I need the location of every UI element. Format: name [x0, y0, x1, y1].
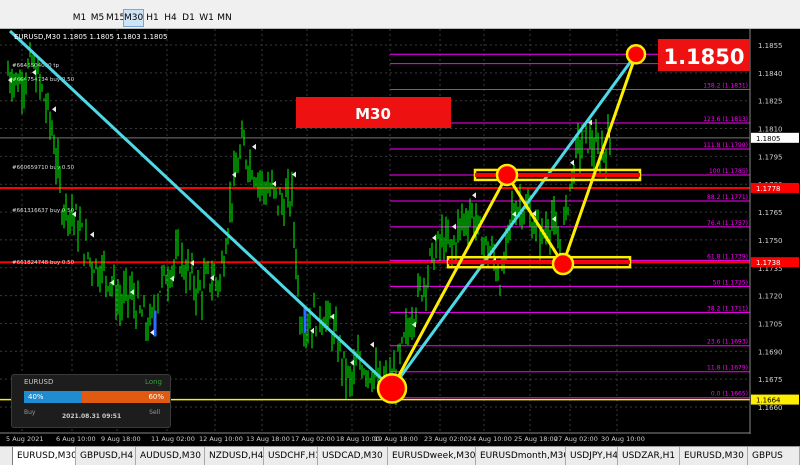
buy-label: Buy	[24, 409, 36, 416]
timeframe-button-d1[interactable]: D1	[179, 10, 198, 26]
price-tick-label: 1.1765	[758, 209, 783, 217]
chart-tab[interactable]: EURUSD,M30	[12, 447, 76, 465]
time-tick-label: 24 Aug 10:00	[468, 435, 512, 443]
fib-level-label: 38.2 (1.1711)	[707, 305, 748, 312]
price-tick-label: 1.1720	[758, 293, 783, 301]
fib-level-label: 111.8 (1.1799)	[703, 142, 748, 149]
time-tick-label: 6 Aug 10:00	[56, 435, 96, 443]
fib-level-label: 76.4 (1.1757)	[707, 220, 748, 227]
price-tick-label: 1.1675	[758, 376, 783, 384]
price-tick-label: 1.1705	[758, 320, 783, 328]
widget-direction: Long	[145, 378, 162, 386]
chart-tab[interactable]: EURUSDweek,M30	[388, 447, 476, 465]
pattern-point-c	[551, 252, 575, 276]
fib-level-label: 61.8 (1.1739)	[707, 253, 748, 260]
pattern-point-a	[376, 373, 408, 404]
order-label: #660659710 buy 0.50	[12, 165, 75, 171]
fib-level-label: 100 (1.1785)	[709, 168, 748, 175]
fib-level-label: 50 (1.1725)	[713, 279, 748, 286]
chart-tab[interactable]: GBPUSD,H4	[76, 447, 136, 465]
pattern-point-d	[625, 44, 647, 65]
time-tick-label: 19 Aug 18:00	[374, 435, 418, 443]
chart-tab[interactable]: USDCAD,M30	[318, 447, 388, 465]
price-tick-label: 1.1660	[758, 404, 783, 412]
chart-tab[interactable]: USDJPY,H4	[566, 447, 618, 465]
chart-header: EURUSD,M30 1.1805 1.1805 1.1803 1.1805	[14, 33, 167, 41]
fib-level-label: 23.6 (1.1693)	[707, 339, 748, 346]
order-label: #661316637 buy 0.50	[12, 208, 75, 214]
timeframe-button-m5[interactable]: M5	[88, 10, 107, 26]
time-tick-label: 13 Aug 18:00	[246, 435, 290, 443]
time-tick-label: 27 Aug 02:00	[554, 435, 598, 443]
toolbar: M1 M5 M15 M30 H1 H4 D1 W1 MN	[0, 0, 800, 29]
price-badge: 1.1805	[756, 135, 781, 143]
price-badge: 1.1738	[756, 259, 781, 267]
chart-tab[interactable]: NZDUSD,H4	[205, 447, 264, 465]
timeframe-button-m15[interactable]: M15	[106, 10, 125, 26]
time-tick-label: 17 Aug 02:00	[291, 435, 335, 443]
time-tick-label: 23 Aug 02:00	[424, 435, 468, 443]
timeframe-button-h4[interactable]: H4	[161, 10, 180, 26]
chart-tab[interactable]: GBPUS	[748, 447, 800, 465]
chart-tab[interactable]: USDZAR,H1	[618, 447, 680, 465]
timeframe-button-m30[interactable]: M30	[123, 9, 144, 27]
fib-level-label: 88.2 (1.1771)	[707, 194, 748, 201]
pattern-point-b	[495, 163, 519, 187]
price-tick-label: 1.1795	[758, 153, 783, 161]
price-tick-label: 1.1750	[758, 237, 783, 245]
fib-level-label: 0.0 (1.1665)	[711, 391, 748, 398]
buy-percent-bar: 40%	[24, 391, 82, 403]
time-tick-label: 25 Aug 18:00	[514, 435, 558, 443]
fib-level-label: 123.6 (1.1813)	[703, 116, 748, 123]
fib-level-label: 11.8 (1.1679)	[707, 365, 748, 372]
timeframe-button-h1[interactable]: H1	[143, 10, 162, 26]
timeframe-button-m1[interactable]: M1	[70, 10, 89, 26]
price-tick-label: 1.1855	[758, 42, 783, 50]
chart-tab[interactable]: EURUSDmonth,M30	[476, 447, 566, 465]
order-label: #661824748 buy 0.50	[12, 260, 75, 266]
time-tick-label: 11 Aug 02:00	[151, 435, 195, 443]
price-tick-label: 1.1690	[758, 348, 783, 356]
fib-level-label: 138.2 (1.1831)	[703, 83, 748, 90]
timeframe-badge: M30	[355, 105, 391, 123]
price-tick-label: 1.1840	[758, 70, 783, 78]
chart-tab[interactable]: AUDUSD,M30	[136, 447, 205, 465]
widget-datetime: 2021.08.31 09:51	[62, 413, 122, 420]
price-tick-label: 1.1825	[758, 98, 783, 106]
price-tick-label: 1.1810	[758, 126, 783, 134]
widget-symbol: EURUSD	[24, 378, 54, 386]
time-tick-label: 30 Aug 10:00	[601, 435, 645, 443]
chart-tab[interactable]: EURUSD,M30	[680, 447, 748, 465]
price-badge: 1.1664	[756, 397, 781, 405]
timeframe-button-mn[interactable]: MN	[215, 10, 234, 26]
sell-label: Sell	[149, 409, 160, 416]
time-tick-label: 9 Aug 18:00	[101, 435, 141, 443]
timeframe-button-w1[interactable]: W1	[197, 10, 216, 26]
sentiment-widget: EURUSD Long 40% 60% Buy 2021.08.31 09:51…	[11, 374, 171, 428]
chart-tabs: EURUSD,M30 GBPUSD,H4 AUDUSD,M30 NZDUSD,H4 US…	[0, 446, 800, 465]
time-tick-label: 12 Aug 10:00	[199, 435, 243, 443]
zone-fill-lower	[448, 260, 630, 265]
price-badge: 1.1778	[756, 185, 781, 193]
sell-percent-bar: 60%	[82, 391, 170, 403]
chart-tab[interactable]: USDCHF,H1	[264, 447, 318, 465]
target-label: 1.1850	[663, 45, 744, 69]
time-tick-label: 5 Aug 2021	[6, 435, 44, 443]
